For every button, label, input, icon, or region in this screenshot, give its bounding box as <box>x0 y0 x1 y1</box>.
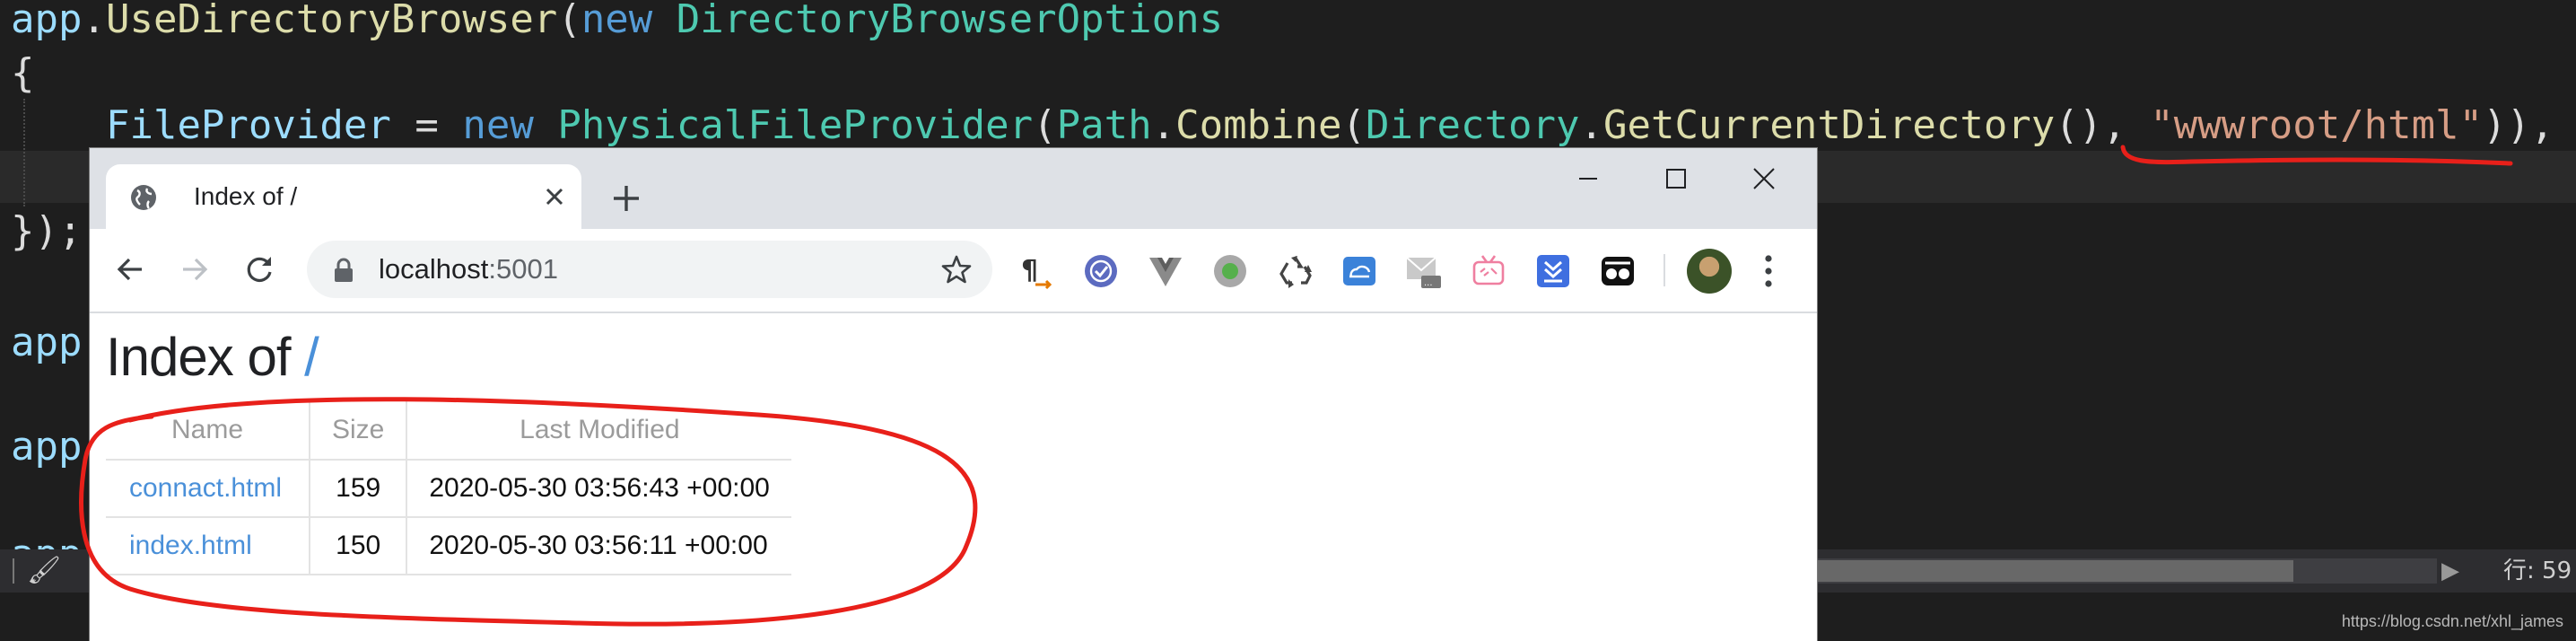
code-line-2: { <box>11 50 35 96</box>
close-icon[interactable] <box>540 182 569 211</box>
scrollbar-thumb[interactable] <box>1818 560 2293 582</box>
toolbar-separator <box>1663 254 1665 286</box>
code-token: new <box>462 102 534 148</box>
recycle-icon[interactable] <box>1276 252 1314 290</box>
code-line-6: app <box>11 320 83 365</box>
line-indicator: 行: 59 <box>2503 558 2572 584</box>
code-token: app <box>11 0 83 42</box>
code-token: ( <box>557 0 581 42</box>
vuejs-icon[interactable] <box>1147 252 1184 290</box>
url-port: :5001 <box>488 253 558 285</box>
code-token: . <box>1579 102 1603 148</box>
minimize-icon[interactable] <box>1552 154 1624 204</box>
window-close-icon[interactable] <box>1728 154 1800 204</box>
red-underline-annotation <box>2120 145 2513 166</box>
cloud-sync-icon[interactable] <box>1340 252 1378 290</box>
new-tab-plus-icon[interactable] <box>608 180 644 216</box>
code-token: Path <box>1056 102 1152 148</box>
code-line-5: }); <box>11 208 83 254</box>
globe-icon <box>131 185 156 210</box>
code-token: DirectoryBrowserOptions <box>676 0 1224 42</box>
code-token: Combine <box>1175 102 1342 148</box>
code-token: () <box>2055 102 2103 148</box>
red-circle-annotation <box>79 397 978 627</box>
download-icon[interactable] <box>1534 252 1572 290</box>
check-badge-icon[interactable] <box>1082 252 1120 290</box>
svg-text:¶: ¶ <box>1021 255 1038 286</box>
svg-text:...: ... <box>1424 278 1433 288</box>
code-token: PhysicalFileProvider <box>557 102 1034 148</box>
heading-text: Index of <box>106 327 291 387</box>
code-token: UseDirectoryBrowser <box>105 0 558 42</box>
url-text[interactable]: localhost:5001 <box>379 241 558 298</box>
forward-arrow-icon[interactable] <box>174 249 215 290</box>
address-bar[interactable]: localhost:5001 <box>307 241 992 298</box>
page-heading: Index of / <box>106 326 319 388</box>
url-host: localhost <box>379 253 489 285</box>
reload-icon[interactable] <box>239 249 280 290</box>
glasses-icon[interactable] <box>1599 252 1637 290</box>
status-separator <box>13 558 14 584</box>
tab-index[interactable]: Index of / <box>106 164 581 229</box>
pilcrow-icon[interactable]: ¶ <box>1017 252 1055 290</box>
mail-icon[interactable]: ... <box>1405 252 1443 290</box>
code-token: = <box>390 102 463 148</box>
maximize-icon[interactable] <box>1640 154 1712 204</box>
tab-strip: Index of / <box>90 148 1817 229</box>
code-token: GetCurrentDirectory <box>1602 102 2056 148</box>
code-line-7: app <box>11 424 83 470</box>
green-circle-icon[interactable] <box>1211 252 1249 290</box>
tab-title: Index of / <box>194 182 298 210</box>
code-token: ( <box>1033 102 1057 148</box>
more-menu-icon[interactable] <box>1757 250 1780 292</box>
heading-root-link[interactable]: / <box>304 327 319 387</box>
code-token: ( <box>1341 102 1367 148</box>
brush-icon[interactable]: 🖌▾ <box>27 555 68 619</box>
code-token: new <box>581 0 653 42</box>
bookmark-star-icon[interactable] <box>940 253 973 285</box>
back-arrow-icon[interactable] <box>109 249 151 290</box>
tv-icon[interactable] <box>1470 252 1507 290</box>
code-line-1: app.UseDirectoryBrowser(new DirectoryBro… <box>11 0 1223 47</box>
code-token: . <box>82 0 106 42</box>
code-token: . <box>1151 102 1176 148</box>
code-token: FileProvider <box>105 102 391 148</box>
browser-toolbar: localhost:5001 ¶ ... <box>90 229 1817 313</box>
profile-avatar[interactable] <box>1687 249 1732 294</box>
watermark: https://blog.csdn.net/xhl_james <box>2341 612 2563 630</box>
lock-icon[interactable] <box>332 257 355 284</box>
scroll-right-icon[interactable]: ▶ <box>2437 553 2464 589</box>
code-token: Directory <box>1366 102 1580 148</box>
